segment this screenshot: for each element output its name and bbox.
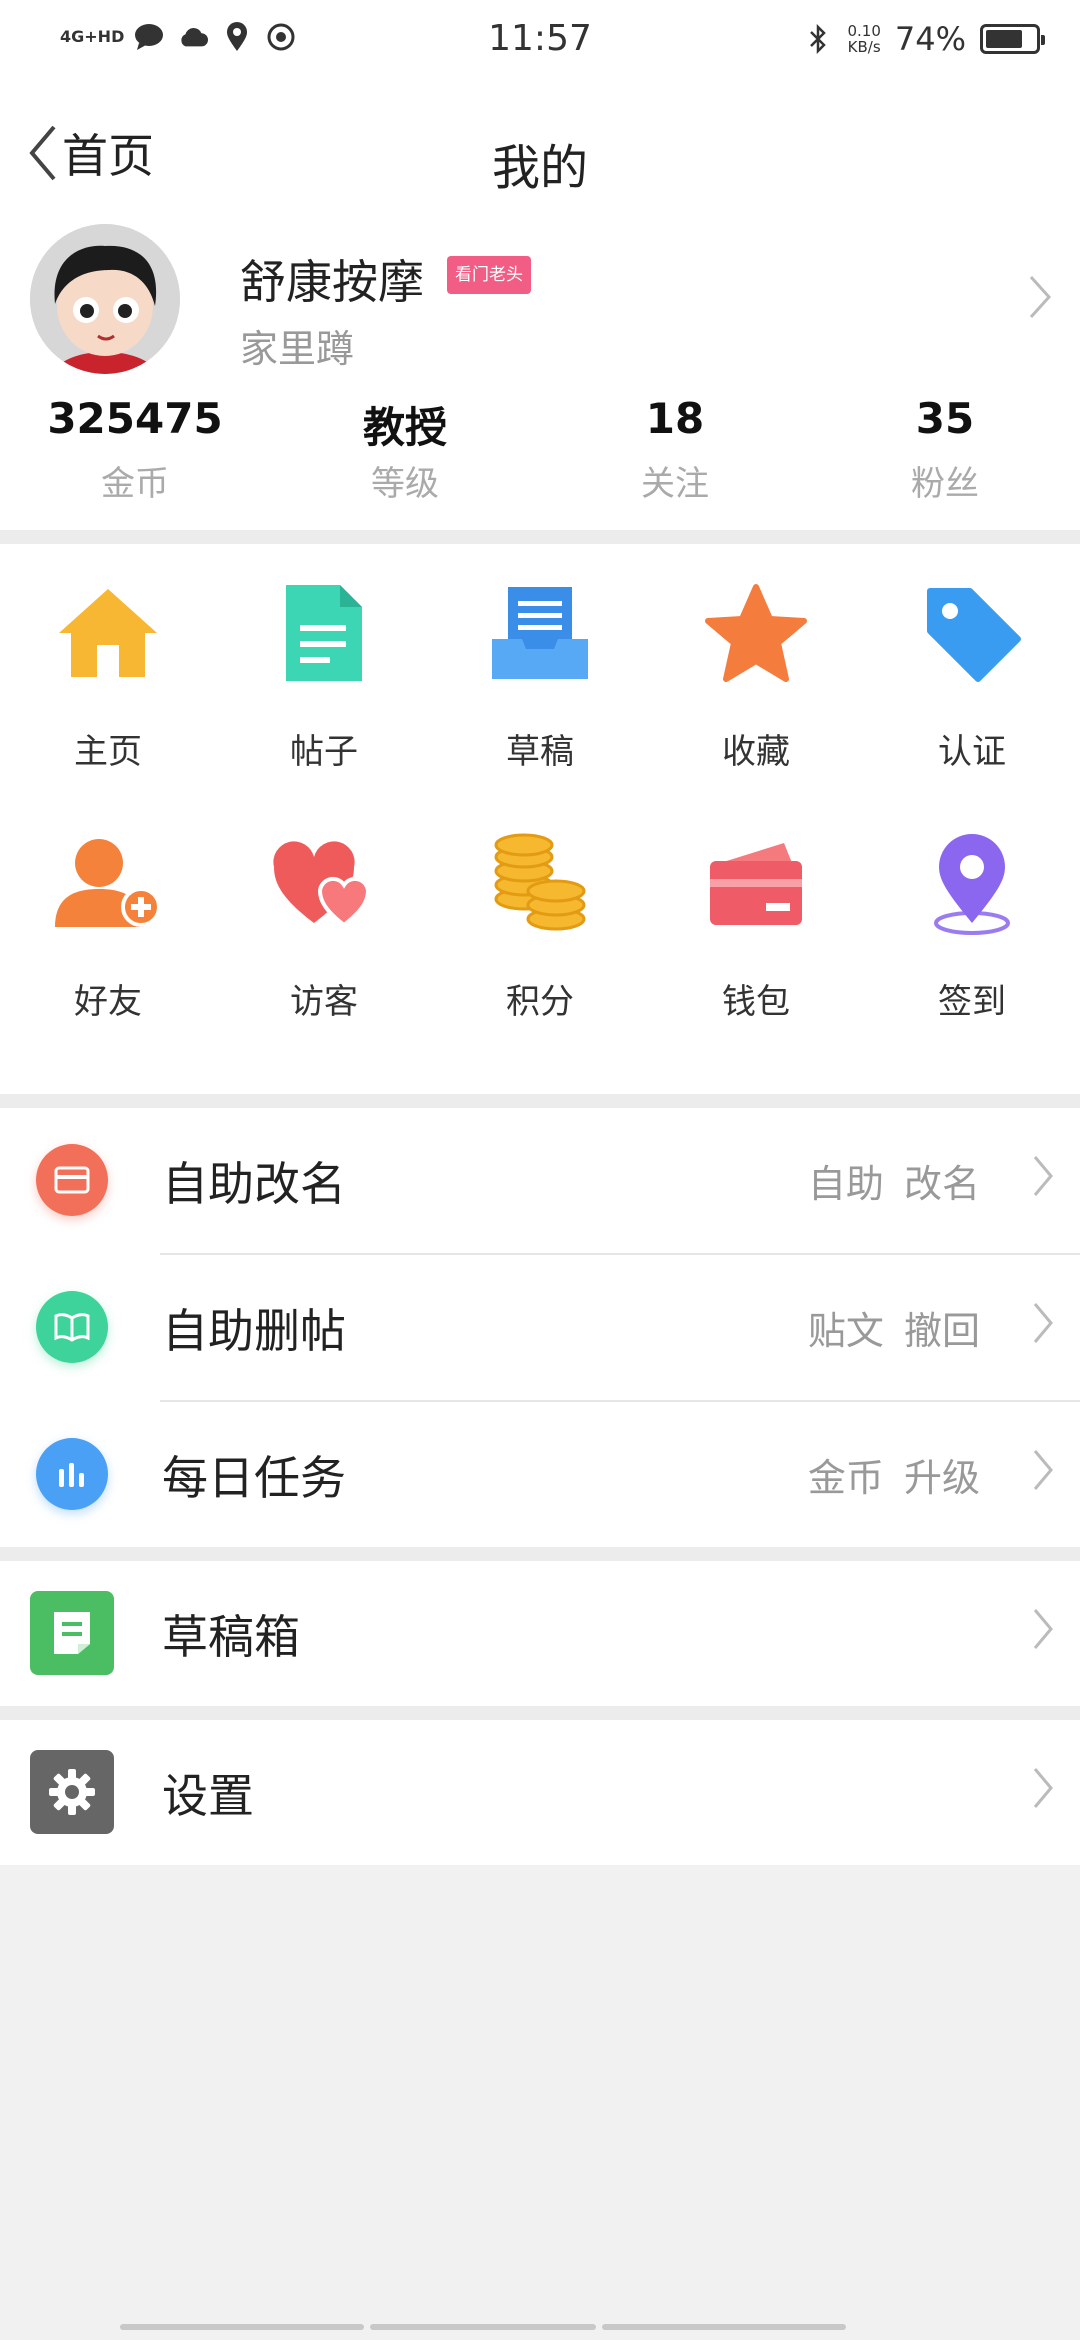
section-divider xyxy=(0,1706,1080,1720)
grid-item-wallet[interactable]: 钱包 xyxy=(648,824,864,1074)
list-item-delete-post[interactable]: 自助删帖 贴文 撤回 xyxy=(0,1255,1080,1400)
page-title: 我的 xyxy=(491,140,588,196)
stat-level[interactable]: 教授 等级 xyxy=(270,394,540,530)
network-speed: 0.10 KB/s xyxy=(847,22,881,56)
chevron-right-icon xyxy=(1032,1766,1054,1814)
grid-item-drafts[interactable]: 草稿 xyxy=(432,574,648,824)
stats-row: 325475 金币 教授 等级 18 关注 35 粉丝 xyxy=(0,380,1080,530)
draft-tray-icon xyxy=(485,578,595,688)
add-friend-icon xyxy=(53,828,163,938)
stat-value: 35 xyxy=(915,394,975,443)
feature-grid: 主页 帖子 草稿 收藏 认证 好友 访客 积分 钱包 签到 xyxy=(0,544,1080,1094)
header: 首页 我的 xyxy=(0,80,1080,220)
gear-icon xyxy=(30,1750,114,1834)
battery-icon xyxy=(980,24,1045,54)
stat-value: 18 xyxy=(645,394,705,443)
chevron-right-icon xyxy=(1032,1448,1054,1496)
stat-value: 325475 xyxy=(47,394,223,443)
service-list: 自助改名 自助 改名 自助删帖 贴文 撤回 每日任务 金币 升级 xyxy=(0,1108,1080,1547)
grid-item-points[interactable]: 积分 xyxy=(432,824,648,1074)
stat-label: 等级 xyxy=(371,464,439,504)
profile-card[interactable]: 舒康按摩 看门老头 家里蹲 xyxy=(0,220,1080,380)
stat-following[interactable]: 18 关注 xyxy=(540,394,810,530)
coins-icon xyxy=(485,828,595,938)
list-item-rename[interactable]: 自助改名 自助 改名 xyxy=(0,1108,1080,1253)
stat-label: 金币 xyxy=(101,464,169,504)
home-indicator xyxy=(120,2324,846,2330)
user-title-badge: 看门老头 xyxy=(447,256,531,294)
grid-item-favorites[interactable]: 收藏 xyxy=(648,574,864,824)
tag-icon xyxy=(917,578,1027,688)
grid-item-posts[interactable]: 帖子 xyxy=(216,574,432,824)
grid-item-visitors[interactable]: 访客 xyxy=(216,824,432,1074)
wallet-icon xyxy=(701,828,811,938)
battery-percent: 74% xyxy=(894,20,966,58)
stat-label: 粉丝 xyxy=(911,464,979,504)
status-bar: 4G+HD 11:57 0.10 KB/s 74% xyxy=(0,0,1080,80)
stat-value: 教授 xyxy=(362,403,447,452)
star-icon xyxy=(701,578,811,688)
grid-item-home[interactable]: 主页 xyxy=(0,574,216,824)
document-icon xyxy=(269,578,379,688)
list-item-settings[interactable]: 设置 xyxy=(0,1720,1080,1865)
grid-item-verify[interactable]: 认证 xyxy=(864,574,1080,824)
user-subtitle: 家里蹲 xyxy=(240,327,355,371)
bar-chart-icon xyxy=(36,1438,108,1510)
stat-followers[interactable]: 35 粉丝 xyxy=(810,394,1080,530)
draft-box-icon xyxy=(30,1591,114,1675)
bluetooth-icon xyxy=(803,24,833,54)
chevron-right-icon xyxy=(1028,274,1052,324)
avatar[interactable] xyxy=(30,224,180,374)
grid-item-friends[interactable]: 好友 xyxy=(0,824,216,1074)
list-item-daily-tasks[interactable]: 每日任务 金币 升级 xyxy=(0,1402,1080,1547)
location-pin-icon xyxy=(917,828,1027,938)
stat-label: 关注 xyxy=(641,464,709,504)
user-name: 舒康按摩 xyxy=(240,255,424,309)
section-divider xyxy=(0,1547,1080,1561)
grid-item-checkin[interactable]: 签到 xyxy=(864,824,1080,1074)
hearts-icon xyxy=(269,828,379,938)
section-divider xyxy=(0,530,1080,544)
chevron-right-icon xyxy=(1032,1301,1054,1349)
book-icon xyxy=(36,1291,108,1363)
chevron-right-icon xyxy=(1032,1607,1054,1655)
card-icon xyxy=(36,1144,108,1216)
stat-coins[interactable]: 325475 金币 xyxy=(0,394,270,530)
section-divider xyxy=(0,1094,1080,1108)
chevron-right-icon xyxy=(1032,1154,1054,1202)
home-icon xyxy=(53,578,163,688)
list-item-draft-box[interactable]: 草稿箱 xyxy=(0,1561,1080,1706)
